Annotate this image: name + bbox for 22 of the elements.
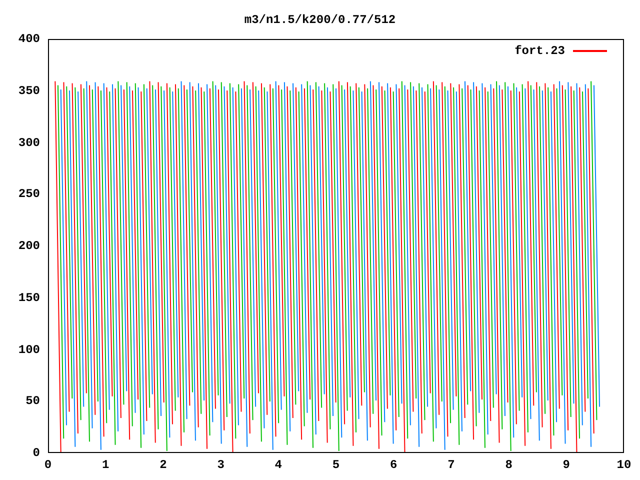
y-tick-label: 300: [17, 136, 40, 150]
y-tick-label: 0: [32, 446, 40, 460]
x-tick-label: 5: [331, 458, 341, 472]
y-tick-label: 150: [17, 290, 40, 305]
x-tick-label: 1: [100, 458, 110, 472]
legend-label: fort.23: [514, 43, 565, 60]
x-tick-label: 6: [388, 458, 398, 472]
x-tick-label: 3: [216, 458, 226, 472]
x-tick-label: 10: [616, 458, 632, 472]
x-tick-label: 9: [562, 458, 571, 472]
y-tick-label: 100: [17, 342, 40, 356]
y-tick-label: 200: [17, 239, 40, 253]
y-tick-label: 400: [17, 32, 40, 46]
x-tick-label: 4: [274, 458, 283, 472]
x-tick-label: 0: [43, 458, 53, 472]
x-tick-label: 8: [504, 458, 514, 472]
x-tick-label: 2: [158, 458, 168, 472]
y-tick-label: 250: [17, 187, 40, 202]
y-tick-label: 350: [17, 84, 40, 98]
chart-title: m3/n1.5/k200/0.77/512: [243, 12, 397, 29]
y-tick-label: 50: [24, 394, 40, 408]
x-tick-label: 7: [446, 458, 456, 472]
